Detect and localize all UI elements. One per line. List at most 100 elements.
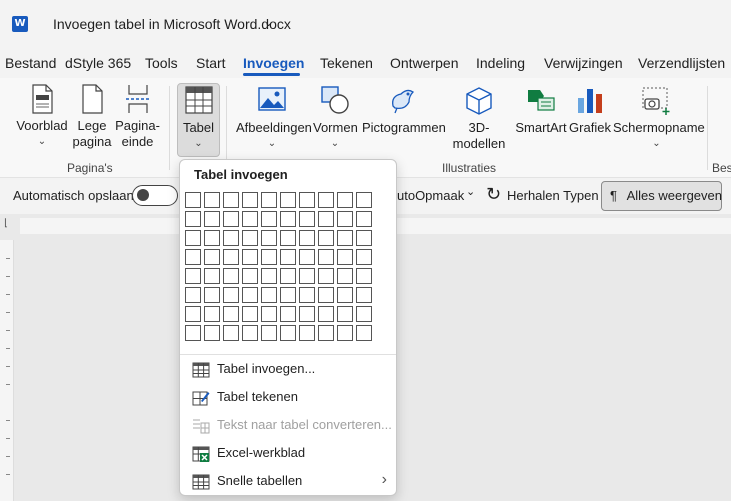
menu-item-tabel-invoegen[interactable]: Tabel invoegen... <box>180 357 396 383</box>
grid-cell[interactable] <box>242 287 258 303</box>
grid-cell[interactable] <box>318 192 334 208</box>
grid-cell[interactable] <box>356 268 372 284</box>
grid-cell[interactable] <box>261 211 277 227</box>
grid-cell[interactable] <box>299 287 315 303</box>
grid-cell[interactable] <box>337 192 353 208</box>
grid-cell[interactable] <box>242 249 258 265</box>
grid-cell[interactable] <box>223 268 239 284</box>
grid-cell[interactable] <box>299 325 315 341</box>
document-title[interactable]: Invoegen tabel in Microsoft Word.docx <box>53 16 291 32</box>
grid-cell[interactable] <box>223 306 239 322</box>
title-chevron-icon[interactable]: ⌄ <box>264 16 273 29</box>
grid-cell[interactable] <box>204 249 220 265</box>
grid-cell[interactable] <box>204 211 220 227</box>
grid-cell[interactable] <box>337 211 353 227</box>
grid-cell[interactable] <box>337 325 353 341</box>
grid-cell[interactable] <box>337 287 353 303</box>
tab-verzendlijsten[interactable]: Verzendlijsten <box>638 55 725 71</box>
grid-cell[interactable] <box>223 211 239 227</box>
menu-item-excel-werkblad[interactable]: Excel-werkblad <box>180 441 396 467</box>
grid-cell[interactable] <box>337 249 353 265</box>
autoopmaak-chevron-icon[interactable]: ⌄ <box>466 185 475 198</box>
grid-cell[interactable] <box>185 306 201 322</box>
grid-cell[interactable] <box>223 325 239 341</box>
grid-cell[interactable] <box>261 306 277 322</box>
grid-cell[interactable] <box>204 192 220 208</box>
grid-cell[interactable] <box>356 325 372 341</box>
vertical-ruler[interactable] <box>0 240 14 501</box>
grid-cell[interactable] <box>204 325 220 341</box>
menu-item-snelle-tabellen[interactable]: Snelle tabellen › <box>180 469 396 495</box>
alles-weergeven-button[interactable]: ¶ Alles weergeven <box>601 181 722 211</box>
grid-cell[interactable] <box>356 249 372 265</box>
afbeeldingen-button[interactable]: Afbeeldingen ⌄ <box>236 86 312 152</box>
grid-cell[interactable] <box>318 249 334 265</box>
grid-cell[interactable] <box>318 325 334 341</box>
grid-cell[interactable] <box>185 230 201 246</box>
grid-cell[interactable] <box>280 287 296 303</box>
grid-cell[interactable] <box>280 325 296 341</box>
grid-cell[interactable] <box>299 249 315 265</box>
grid-cell[interactable] <box>356 230 372 246</box>
grid-cell[interactable] <box>223 287 239 303</box>
grid-cell[interactable] <box>261 249 277 265</box>
grid-cell[interactable] <box>261 325 277 341</box>
tab-tools[interactable]: Tools <box>145 55 178 71</box>
grid-cell[interactable] <box>242 192 258 208</box>
tab-bestand[interactable]: Bestand <box>5 55 56 71</box>
grid-cell[interactable] <box>261 192 277 208</box>
grid-cell[interactable] <box>299 306 315 322</box>
grid-cell[interactable] <box>261 268 277 284</box>
grid-cell[interactable] <box>280 268 296 284</box>
grid-cell[interactable] <box>280 230 296 246</box>
vormen-button[interactable]: Vormen ⌄ <box>313 86 358 152</box>
grid-cell[interactable] <box>356 287 372 303</box>
tab-dstyle[interactable]: dStyle 365 <box>65 55 131 71</box>
tabel-button[interactable]: Tabel ⌄ <box>177 86 220 152</box>
menu-item-tabel-tekenen[interactable]: Tabel tekenen <box>180 385 396 411</box>
autoopmaak-label[interactable]: utoOpmaak <box>397 188 464 203</box>
grid-cell[interactable] <box>204 268 220 284</box>
grid-cell[interactable] <box>204 287 220 303</box>
grid-cell[interactable] <box>223 249 239 265</box>
grid-cell[interactable] <box>299 230 315 246</box>
redo-icon[interactable]: ↻ <box>486 184 501 205</box>
grid-cell[interactable] <box>223 192 239 208</box>
grid-cell[interactable] <box>356 306 372 322</box>
tab-indeling[interactable]: Indeling <box>476 55 525 71</box>
grid-cell[interactable] <box>261 230 277 246</box>
grid-cell[interactable] <box>242 325 258 341</box>
autosave-toggle[interactable] <box>132 185 178 206</box>
grid-cell[interactable] <box>337 306 353 322</box>
grid-cell[interactable] <box>280 192 296 208</box>
grid-cell[interactable] <box>337 268 353 284</box>
grid-cell[interactable] <box>337 230 353 246</box>
tab-invoegen[interactable]: Invoegen <box>243 55 304 71</box>
grid-cell[interactable] <box>185 268 201 284</box>
tab-selector-icon[interactable]: ⌊ <box>4 218 8 229</box>
grid-cell[interactable] <box>242 230 258 246</box>
grid-cell[interactable] <box>356 192 372 208</box>
grid-cell[interactable] <box>223 230 239 246</box>
grid-cell[interactable] <box>242 268 258 284</box>
grid-cell[interactable] <box>261 287 277 303</box>
tab-tekenen[interactable]: Tekenen <box>320 55 373 71</box>
grid-cell[interactable] <box>280 306 296 322</box>
grid-cell[interactable] <box>185 211 201 227</box>
tab-verwijzingen[interactable]: Verwijzingen <box>544 55 623 71</box>
grid-cell[interactable] <box>204 230 220 246</box>
grid-cell[interactable] <box>242 306 258 322</box>
grid-cell[interactable] <box>299 268 315 284</box>
grid-cell[interactable] <box>299 211 315 227</box>
voorblad-button[interactable]: Voorblad ⌄ <box>15 84 69 150</box>
grid-cell[interactable] <box>356 211 372 227</box>
3d-modellen-button[interactable]: 3D- modellen <box>446 86 512 152</box>
herhalen-label[interactable]: Herhalen Typen <box>507 188 599 203</box>
tab-ontwerpen[interactable]: Ontwerpen <box>390 55 458 71</box>
pagina-einde-button[interactable]: Pagina- einde <box>115 84 160 150</box>
grafiek-button[interactable]: Grafiek <box>569 86 611 136</box>
grid-cell[interactable] <box>204 306 220 322</box>
grid-cell[interactable] <box>318 230 334 246</box>
grid-cell[interactable] <box>280 211 296 227</box>
tab-start[interactable]: Start <box>196 55 226 71</box>
